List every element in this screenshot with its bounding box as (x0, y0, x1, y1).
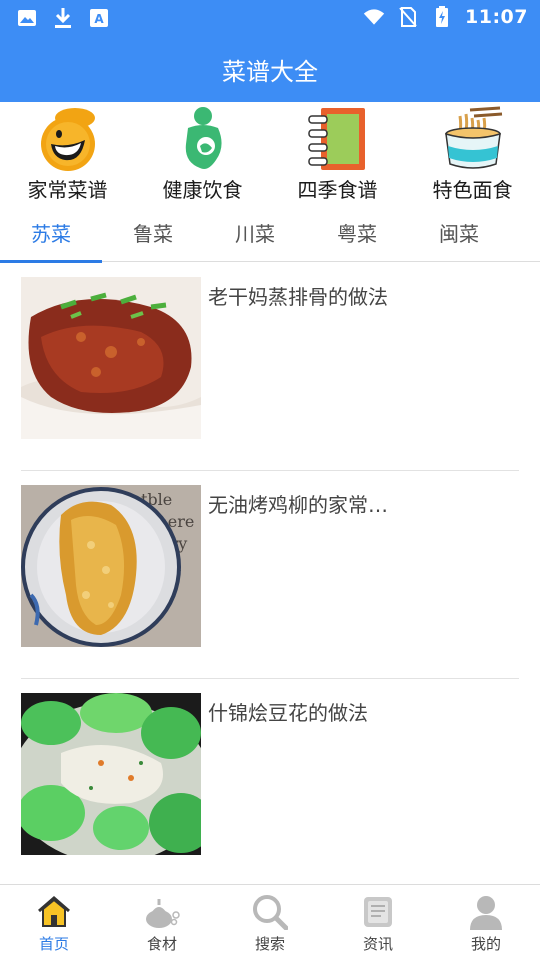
list-item[interactable]: 什锦烩豆花的做法 (0, 679, 540, 887)
app-header: 菜谱大全 (0, 36, 540, 102)
nav-label: 资讯 (362, 935, 393, 953)
nav-label: 首页 (38, 935, 69, 953)
recipe-list: 老干妈蒸排骨的做法 tble there ory h 无油烤鸡柳的家常… (0, 263, 540, 887)
nav-search[interactable]: 搜索 (216, 885, 324, 960)
nav-profile[interactable]: 我的 (432, 885, 540, 960)
page-title: 菜谱大全 (222, 57, 318, 86)
clock: 11:07 (465, 6, 528, 28)
category-home-cooking[interactable]: 家常菜谱 (0, 102, 135, 202)
recipe-photo-steamed-ribs (21, 277, 201, 439)
bottom-navigation: 首页 食材 搜索 资讯 我的 (0, 884, 540, 960)
profile-icon (467, 893, 505, 931)
recipe-title: 无油烤鸡柳的家常… (208, 493, 388, 517)
nav-label: 我的 (470, 935, 501, 953)
status-notifications: A (16, 7, 110, 29)
news-icon (359, 893, 397, 931)
tab-min-cuisine[interactable]: 闽菜 (408, 202, 510, 262)
status-bar: A 11:07 (0, 0, 540, 36)
no-sim-icon (397, 6, 419, 28)
mother-child-icon (167, 106, 239, 172)
nav-ingredients[interactable]: 食材 (108, 885, 216, 960)
list-item[interactable]: tble there ory h 无油烤鸡柳的家常… (0, 471, 540, 679)
image-icon (16, 7, 38, 29)
tab-yue-cuisine[interactable]: 粤菜 (306, 202, 408, 262)
nav-label: 食材 (146, 935, 177, 953)
cuisine-tabs: 苏菜 鲁菜 川菜 粤菜 闽菜 (0, 202, 540, 263)
chef-face-icon (32, 106, 104, 172)
category-seasonal-recipes[interactable]: 四季食谱 (270, 102, 405, 202)
recipe-photo-baked-chicken-strips: tble there ory h (21, 485, 201, 647)
category-label: 四季食谱 (297, 178, 378, 202)
wifi-icon (363, 6, 385, 28)
nav-label: 搜索 (254, 935, 285, 953)
recipe-title: 老干妈蒸排骨的做法 (208, 285, 388, 309)
search-icon (251, 893, 289, 931)
category-healthy-eating[interactable]: 健康饮食 (135, 102, 270, 202)
category-grid: 家常菜谱 健康饮食 四季食谱 特色面食 (0, 102, 540, 202)
nav-news[interactable]: 资讯 (324, 885, 432, 960)
translate-icon: A (88, 7, 110, 29)
battery-charging-icon (431, 6, 453, 28)
noodle-bowl-icon (437, 106, 509, 172)
nav-home[interactable]: 首页 (0, 885, 108, 960)
status-system: 11:07 (363, 6, 528, 28)
download-icon (52, 7, 74, 29)
ingredients-icon (143, 893, 181, 931)
category-specialty-noodles[interactable]: 特色面食 (405, 102, 540, 202)
svg-text:A: A (94, 12, 104, 26)
recipe-photo-tofu-flower (21, 693, 201, 855)
tab-lu-cuisine[interactable]: 鲁菜 (102, 202, 204, 262)
tab-su-cuisine[interactable]: 苏菜 (0, 202, 102, 263)
home-icon (35, 893, 73, 931)
recipe-title: 什锦烩豆花的做法 (208, 701, 368, 725)
tab-chuan-cuisine[interactable]: 川菜 (204, 202, 306, 262)
category-label: 健康饮食 (162, 178, 243, 202)
list-item[interactable]: 老干妈蒸排骨的做法 (0, 263, 540, 471)
notebook-icon (302, 106, 374, 172)
category-label: 家常菜谱 (27, 178, 108, 202)
category-label: 特色面食 (432, 178, 513, 202)
